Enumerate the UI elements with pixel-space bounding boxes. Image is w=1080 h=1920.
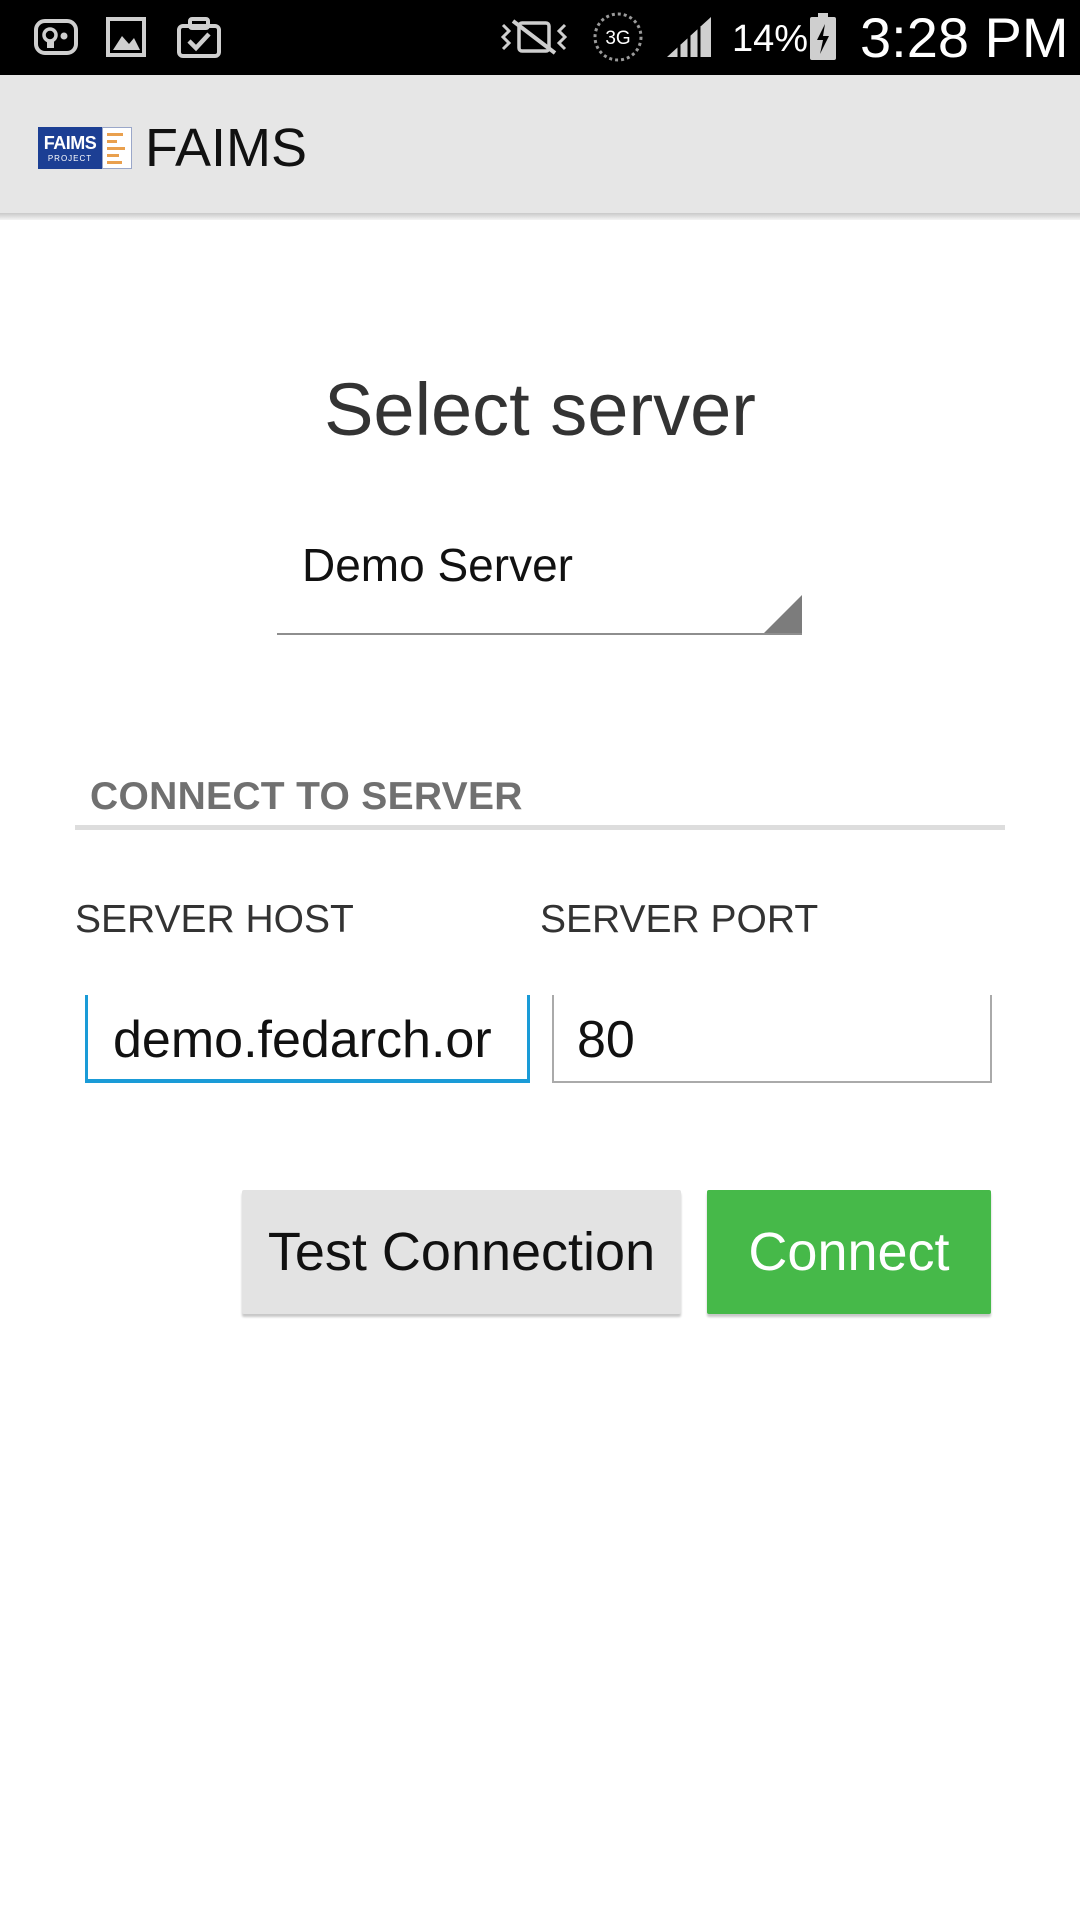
battery-charging-icon [806,13,840,60]
logo-subtext: PROJECT [47,153,93,163]
gallery-icon [104,14,148,60]
clock: 3:28 PM [860,6,1069,69]
dropdown-arrow-icon [764,595,802,633]
logo-text: FAIMS [43,132,97,153]
section-divider [75,825,1005,830]
voicemail-icon [30,14,82,60]
battery-percent: 14% [732,18,809,60]
app-title: FAIMS [145,118,308,178]
server-port-value: 80 [577,1011,635,1069]
test-connection-button[interactable]: Test Connection [242,1190,681,1314]
server-host-label: SERVER HOST [75,898,354,941]
svg-text:3G: 3G [605,28,630,49]
app-logo: FAIMS PROJECT [38,127,132,169]
connect-button[interactable]: Connect [707,1190,991,1314]
section-header: CONNECT TO SERVER [90,775,523,818]
logo-graphic [102,127,132,169]
server-host-value: demo.fedarch.or [113,1011,492,1069]
server-select-value: Demo Server [302,539,573,591]
vibrate-mute-icon [498,14,570,60]
page-title: Select server [324,368,756,451]
signal-icon [664,14,714,60]
network-3g-icon: 3G [590,12,646,62]
status-bar: 3G 14% 3:28 PM [0,0,1080,75]
server-select-dropdown[interactable]: Demo Server [277,515,802,635]
server-port-input[interactable]: 80 [552,995,992,1083]
server-host-input[interactable]: demo.fedarch.or [85,995,530,1083]
clipboard-check-icon [174,14,224,60]
app-bar-shadow [0,213,1080,220]
server-port-label: SERVER PORT [540,898,819,941]
